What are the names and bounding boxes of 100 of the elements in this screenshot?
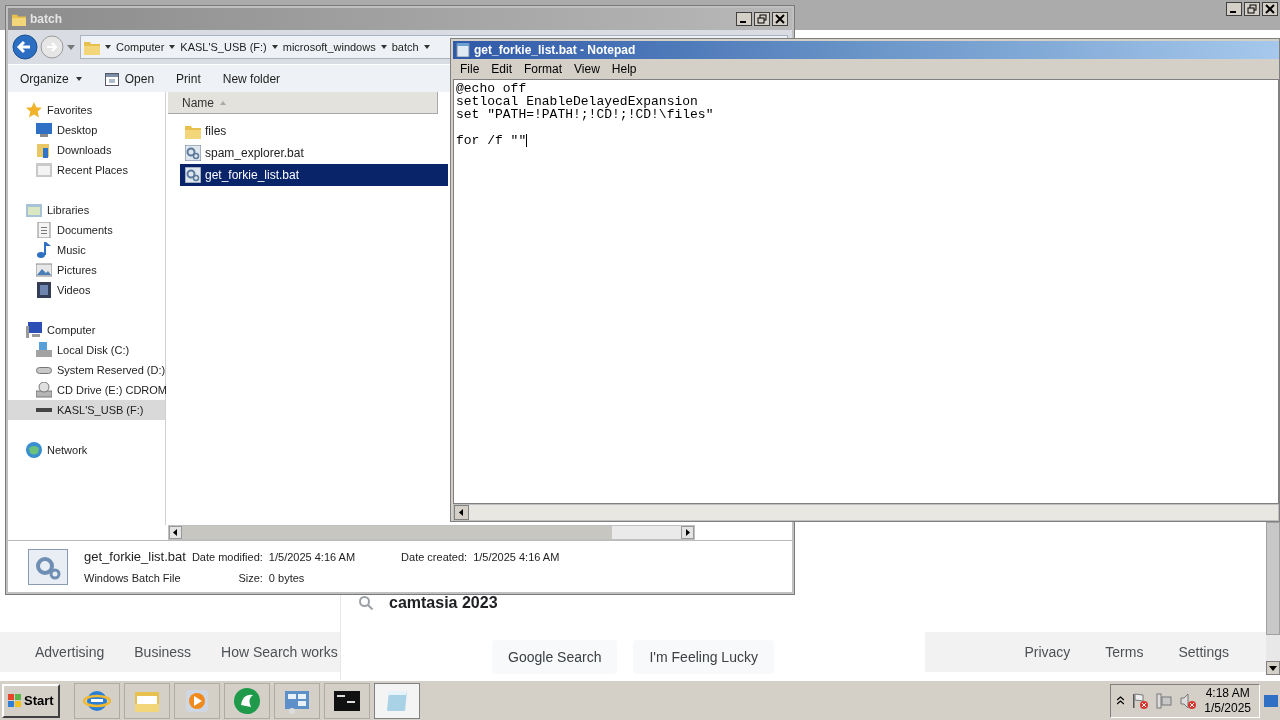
menu-item[interactable]: View [569, 60, 605, 78]
nav-item[interactable]: Videos [8, 280, 165, 300]
toolbar-button[interactable]: New folder [222, 69, 281, 88]
nav-label: Videos [57, 282, 91, 298]
toolbar-button[interactable]: Print [176, 69, 201, 88]
breadcrumb-item[interactable]: microsoft_windows [282, 38, 376, 56]
back-icon[interactable] [12, 34, 38, 60]
flag-icon[interactable] [1132, 692, 1149, 709]
nav-item[interactable]: Local Disk (C:) [8, 340, 165, 360]
music-note-icon [36, 242, 52, 258]
caret-icon[interactable] [270, 44, 279, 50]
nav-item[interactable]: CD Drive (E:) CDROM [8, 380, 165, 400]
search-button[interactable]: Google Search [492, 640, 618, 674]
menu-item[interactable]: Edit [486, 60, 518, 78]
file-list-row[interactable]: get_forkie_list.bat [180, 164, 448, 186]
image-icon [36, 262, 52, 278]
nav-item[interactable]: Downloads [8, 140, 165, 160]
nav-item[interactable]: Desktop [8, 120, 165, 140]
drive-icon [36, 366, 52, 374]
footer-link[interactable]: Settings [1178, 641, 1229, 663]
text-cursor [526, 134, 528, 148]
footer-link[interactable]: How Search works [221, 641, 338, 663]
footer-link[interactable]: Advertising [35, 641, 105, 663]
menu-item[interactable]: Help [606, 60, 642, 78]
column-header[interactable]: Name [168, 92, 438, 114]
search-icon [359, 596, 373, 610]
minimize-icon[interactable] [736, 12, 752, 26]
nav-label: Pictures [57, 262, 97, 278]
file-name: spam_explorer.bat [205, 145, 304, 162]
clock-date: 1/5/2025 [1204, 700, 1251, 716]
nav-label: KASL'S_USB (F:) [57, 402, 144, 418]
usb-drive-icon [36, 408, 52, 412]
nav-item[interactable]: Music [8, 240, 165, 260]
footer-link[interactable]: Privacy [1024, 641, 1071, 663]
chevron-up-icon[interactable] [1117, 696, 1125, 705]
window-title: get_forkie_list.bat - Notepad [474, 42, 636, 59]
window-title: batch [30, 11, 63, 28]
scroll-left-icon[interactable] [169, 526, 182, 539]
text-editor[interactable]: @echo off setlocal EnableDelayedExpansion set "PATH=!PATH!;!CD!;!CD!\files" for /f "" [453, 79, 1279, 504]
restore-icon[interactable] [1244, 2, 1260, 16]
optical-drive-icon [36, 382, 52, 398]
scrollbar[interactable] [453, 504, 1279, 521]
gear-file-icon [185, 167, 201, 183]
search-button[interactable]: I'm Feeling Lucky [633, 640, 774, 674]
nav-label: Computer [47, 322, 96, 338]
windows-logo-icon [8, 693, 22, 708]
menu-item[interactable]: File [455, 60, 485, 78]
file-list-row[interactable]: files [180, 120, 448, 142]
start-button[interactable]: Start [2, 683, 60, 718]
breadcrumb-item[interactable]: batch [391, 38, 419, 56]
toolbar-button[interactable]: Organize [20, 69, 83, 88]
nav-item[interactable]: Recent Places [8, 160, 165, 180]
caret-icon[interactable] [379, 44, 388, 50]
breadcrumb-item[interactable]: KASL'S_USB (F:) [180, 38, 267, 56]
toolbar-button[interactable]: Open [104, 69, 155, 88]
caret-icon[interactable] [168, 44, 177, 50]
scroll-right-icon[interactable] [681, 526, 694, 539]
scroll-left-icon[interactable] [454, 505, 469, 520]
nav-item[interactable]: Favorites [8, 100, 165, 120]
clock[interactable]: 4:18 AM 1/5/2025 [1204, 685, 1251, 716]
nav-item[interactable]: Network [8, 440, 165, 460]
nav-item[interactable]: System Reserved (D:) [8, 360, 165, 380]
menu-item[interactable]: Format [519, 60, 568, 78]
caret-icon[interactable] [104, 44, 112, 50]
nav-item[interactable]: Libraries [8, 200, 165, 220]
file-type: Windows Batch File [84, 571, 182, 586]
nav-label: Recent Places [57, 162, 128, 178]
nav-label: Music [57, 242, 86, 258]
scrollbar[interactable] [1266, 522, 1280, 675]
restore-icon[interactable] [754, 12, 770, 26]
nav-label: Libraries [47, 202, 90, 218]
close-icon[interactable] [1262, 2, 1278, 16]
taskbar-button[interactable] [323, 682, 370, 719]
breadcrumb-item[interactable]: Computer [116, 38, 165, 56]
folder-icon [185, 123, 201, 139]
calendar-icon [104, 71, 119, 86]
close-icon[interactable] [772, 12, 788, 26]
scrollbar[interactable] [168, 525, 695, 540]
speaker-icon[interactable] [1180, 692, 1197, 709]
nav-item[interactable]: KASL'S_USB (F:) [8, 400, 165, 420]
file-list-row[interactable]: spam_explorer.bat [180, 142, 448, 164]
show-desktop-icon[interactable] [1264, 693, 1278, 708]
nav-item[interactable]: Pictures [8, 260, 165, 280]
folder-icon [84, 39, 100, 55]
scroll-down-icon[interactable] [1266, 661, 1280, 675]
footer-link[interactable]: Terms [1105, 641, 1144, 663]
document-icon [36, 222, 52, 238]
footer-link[interactable]: Business [134, 641, 192, 663]
scrollbar-thumb[interactable] [182, 526, 612, 539]
field-label: Date created: [401, 549, 468, 565]
library-icon [26, 202, 42, 218]
folder-icon [12, 12, 26, 26]
app-icon [232, 686, 261, 715]
nav-item[interactable]: Computer [8, 320, 165, 340]
caret-icon[interactable] [422, 44, 431, 50]
nav-item[interactable]: Documents [8, 220, 165, 240]
nav-label: Favorites [47, 102, 93, 118]
minimize-icon[interactable] [1226, 2, 1242, 16]
computer-icon [26, 322, 42, 338]
file-name: files [205, 123, 227, 140]
